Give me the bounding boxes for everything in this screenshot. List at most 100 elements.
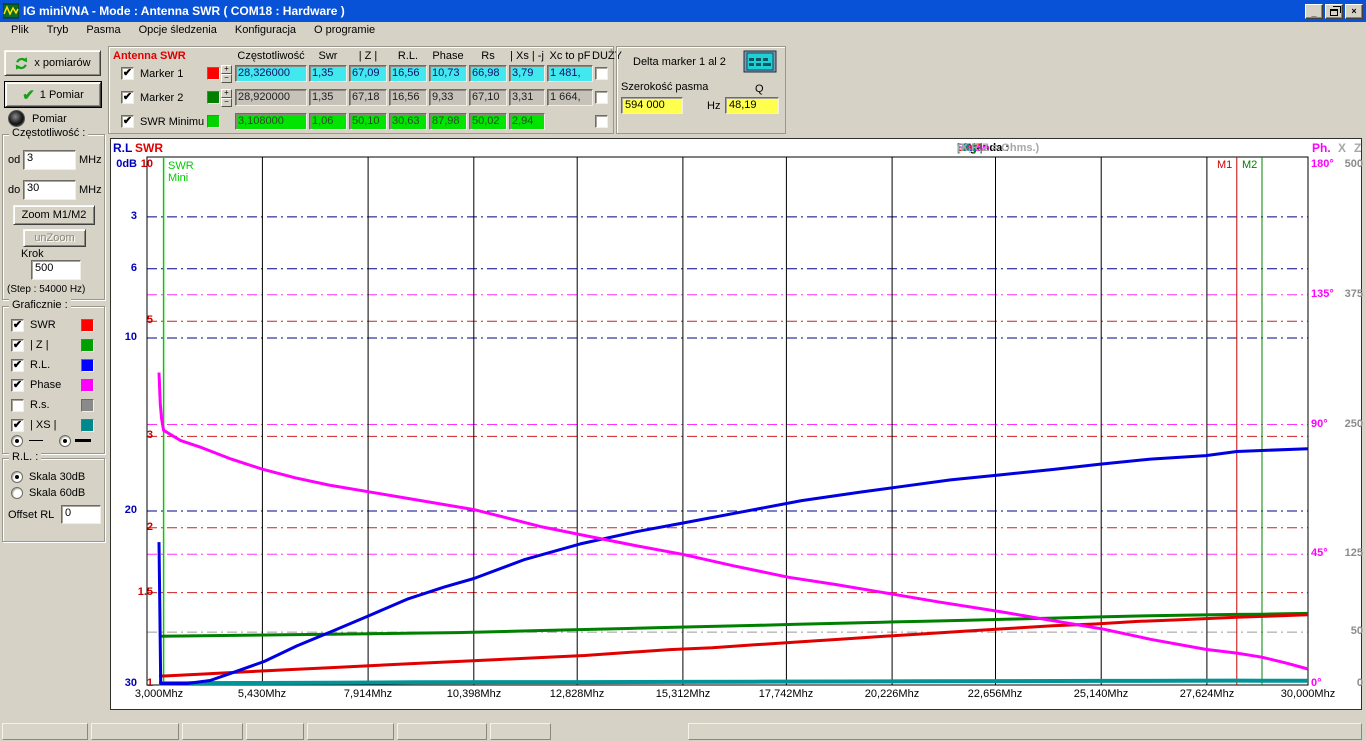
step-input[interactable]: 500	[31, 260, 81, 280]
line-thick-radio[interactable]	[59, 435, 71, 447]
marker-label-m2: M2	[1242, 159, 1257, 171]
curve-swr	[159, 615, 1308, 677]
graph-group-title: Graficznie :	[9, 299, 71, 311]
swr-tick-label: 3	[137, 429, 153, 441]
line-thin-radio[interactable]	[11, 435, 23, 447]
close-button[interactable]: ×	[1345, 4, 1363, 19]
menu-item-tryb[interactable]: Tryb	[38, 23, 78, 39]
trace-checkbox-2[interactable]: ✔	[11, 359, 24, 372]
column-header: Swr	[309, 50, 347, 62]
menu-item-o-programie[interactable]: O programie	[305, 23, 384, 39]
swr-tick-label: 10	[137, 158, 153, 170]
trace-label: R.s.	[30, 399, 50, 411]
freq-from-input[interactable]: 3	[23, 150, 76, 170]
marker-value-field: 3,31	[509, 89, 545, 106]
q-value: 48,19	[725, 97, 779, 114]
minimize-button[interactable]: _	[1305, 4, 1323, 19]
calculator-icon[interactable]	[743, 50, 777, 75]
rl-tick-label: 20	[113, 504, 137, 516]
marker-value-field: 67,09	[349, 65, 387, 82]
unzoom-button[interactable]: unZoom	[23, 229, 86, 247]
trace-checkbox-3[interactable]: ✔	[11, 379, 24, 392]
trace-color-swatch	[81, 379, 94, 392]
x-tick-label: 10,398Mhz	[432, 688, 516, 700]
trace-checkbox-1[interactable]: ✔	[11, 339, 24, 352]
marker-row-checkbox[interactable]: ✔	[121, 91, 134, 104]
taskbar-button[interactable]	[490, 723, 551, 740]
curve-xs	[159, 681, 1308, 684]
zoom-m1-m2-button[interactable]: Zoom M1/M2	[13, 205, 95, 225]
trace-label: R.L.	[30, 359, 50, 371]
line-thin-sample	[29, 440, 43, 441]
swr-tick-label: 2	[137, 521, 153, 533]
marker-big-checkbox[interactable]	[595, 115, 608, 128]
frequency-group-title: Częstotliwość :	[9, 127, 88, 139]
app-icon	[3, 3, 19, 19]
taskbar-panel	[688, 723, 1362, 740]
plot-border	[147, 157, 1308, 685]
taskbar-button[interactable]	[91, 723, 179, 740]
offset-rl-label: Offset RL	[8, 509, 54, 521]
swr-tick-label: 5	[137, 314, 153, 326]
marker-value-field: 3,79	[509, 65, 545, 82]
menu-item-konfiguracja[interactable]: Konfiguracja	[226, 23, 305, 39]
marker-row-label: SWR Minimu	[140, 116, 204, 128]
delta-title: Delta marker 1 al 2	[633, 56, 726, 68]
rl-tick-label: 0dB	[113, 158, 137, 170]
trace-checkbox-5[interactable]: ✔	[11, 419, 24, 432]
marker-big-checkbox[interactable]	[595, 67, 608, 80]
menu-item-opcje-śledzenia[interactable]: Opcje śledzenia	[130, 23, 226, 39]
freq-from-label: od	[8, 154, 20, 166]
freq-to-label: do	[8, 184, 20, 196]
delta-panel: Delta marker 1 al 2 Szerokość pasma Q 59…	[616, 46, 786, 134]
chart-panel: R.L SWR Legenda :SWR| Z |R.L.PhaseRs| Xs…	[110, 138, 1362, 710]
menu-item-pasma[interactable]: Pasma	[77, 23, 129, 39]
menu-item-plik[interactable]: Plik	[2, 23, 38, 39]
taskbar-button[interactable]	[307, 723, 394, 740]
marker-value-field: 9,33	[429, 89, 467, 106]
single-measure-label: 1 Pomiar	[40, 89, 84, 101]
marker-value-field: 3,108000	[235, 113, 307, 130]
restore-button[interactable]	[1325, 4, 1343, 19]
marker-row-label: Marker 1	[140, 68, 183, 80]
marker-panel: Antenna SWRCzęstotliwośćSwr| Z |R.L.Phas…	[108, 46, 614, 134]
trace-color-swatch	[81, 319, 94, 332]
taskbar-button[interactable]	[2, 723, 88, 740]
close-icon: ×	[1351, 5, 1356, 18]
marker-spinner[interactable]: +−	[221, 65, 232, 83]
measure-led-label: Pomiar	[32, 113, 67, 125]
scale-60db-radio[interactable]	[11, 487, 23, 499]
marker-panel-title: Antenna SWR	[113, 50, 186, 62]
freq-to-unit: MHz	[79, 184, 102, 196]
marker-value-field: 28,920000	[235, 89, 307, 106]
spin-down-icon[interactable]: −	[221, 98, 232, 107]
offset-rl-input[interactable]: 0	[61, 505, 101, 524]
freq-to-input[interactable]: 30	[23, 180, 76, 200]
multi-measure-button[interactable]: x pomiarów	[4, 50, 101, 76]
taskbar-button[interactable]	[246, 723, 304, 740]
z-tick-label: 500	[1335, 158, 1363, 170]
app-window: IG miniVNA - Mode : Antenna SWR ( COM18 …	[0, 0, 1366, 741]
taskbar-button[interactable]	[397, 723, 487, 740]
column-header: | Z |	[349, 50, 387, 62]
trace-color-swatch	[81, 359, 94, 372]
step-label: Krok	[21, 248, 44, 260]
titlebar: IG miniVNA - Mode : Antenna SWR ( COM18 …	[0, 0, 1366, 22]
marker-row-checkbox[interactable]: ✔	[121, 67, 134, 80]
marker-value-field: 67,10	[469, 89, 507, 106]
x-tick-label: 17,742Mhz	[744, 688, 828, 700]
marker-color-swatch	[207, 67, 220, 80]
trace-checkbox-4[interactable]	[11, 399, 24, 412]
marker-row-checkbox[interactable]: ✔	[121, 115, 134, 128]
taskbar-button[interactable]	[182, 723, 243, 740]
rl-tick-label: 3	[113, 210, 137, 222]
trace-checkbox-0[interactable]: ✔	[11, 319, 24, 332]
right-axis-header: Ph.	[1312, 141, 1331, 155]
spin-down-icon[interactable]: −	[221, 74, 232, 83]
x-tick-label: 20,226Mhz	[850, 688, 934, 700]
phase-tick-label: 45°	[1311, 547, 1328, 559]
scale-30db-radio[interactable]	[11, 471, 23, 483]
marker-spinner[interactable]: +−	[221, 89, 232, 107]
marker-big-checkbox[interactable]	[595, 91, 608, 104]
single-measure-button[interactable]: ✔ 1 Pomiar	[5, 82, 101, 107]
